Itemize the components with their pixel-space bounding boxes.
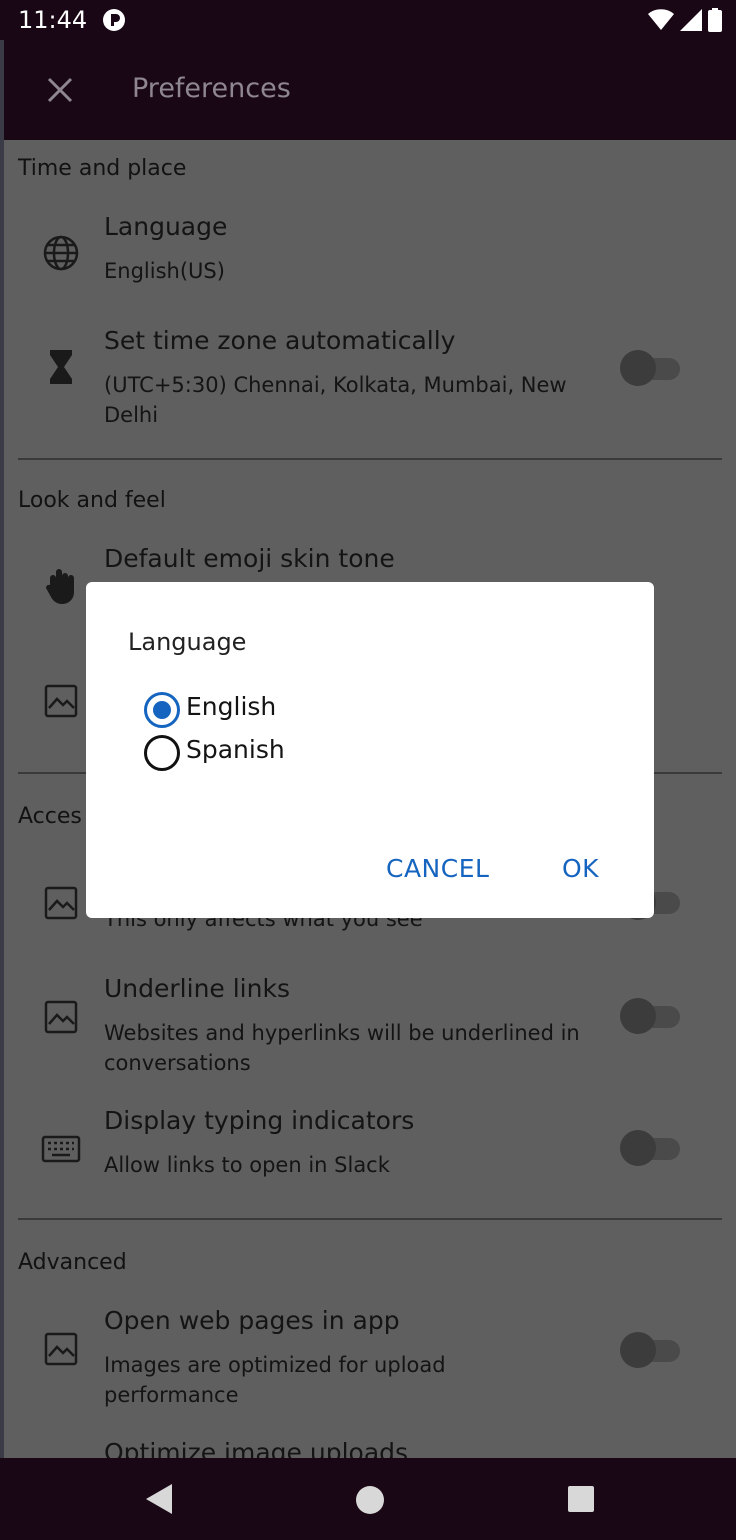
image-icon [40, 1328, 82, 1370]
signal-icon [680, 9, 702, 35]
image-icon [40, 882, 82, 924]
hourglass-icon [40, 346, 82, 388]
language-setting-title[interactable]: Language [104, 212, 227, 241]
language-setting-value: English(US) [104, 259, 225, 283]
open-web-pages-title[interactable]: Open web pages in app [104, 1306, 400, 1335]
back-icon [146, 1484, 172, 1514]
typing-indicators-title[interactable]: Display typing indicators [104, 1106, 414, 1135]
section-header-time-and-place: Time and place [18, 156, 187, 181]
home-button[interactable] [356, 1486, 384, 1514]
image-icon [40, 680, 82, 722]
status-time: 11:44 [18, 6, 88, 34]
app-toolbar: Preferences [0, 40, 736, 140]
app-notification-icon [102, 8, 126, 32]
hand-icon [40, 564, 82, 606]
close-icon [47, 77, 73, 103]
section-divider [18, 458, 722, 460]
open-web-pages-toggle[interactable] [618, 1332, 682, 1368]
timezone-setting-value: (UTC+5:30) Chennai, Kolkata, Mumbai, New… [104, 373, 567, 427]
toolbar-title: Preferences [132, 73, 291, 104]
timezone-toggle[interactable] [618, 350, 682, 386]
status-bar: 11:44 [0, 0, 736, 40]
status-icons [648, 8, 722, 36]
underline-links-title[interactable]: Underline links [104, 974, 290, 1003]
typing-indicators-toggle[interactable] [618, 1130, 682, 1166]
timezone-setting-title[interactable]: Set time zone automatically [104, 326, 455, 355]
image-icon [40, 996, 82, 1038]
system-nav-bar [0, 1458, 736, 1540]
language-dialog: Language English Spanish CANCEL OK [86, 582, 654, 918]
recents-button[interactable] [568, 1486, 594, 1512]
radio-label-spanish[interactable]: Spanish [186, 735, 285, 764]
battery-icon [708, 8, 722, 36]
back-button[interactable] [144, 1482, 174, 1516]
section-header-accessibility: Acces [18, 804, 82, 829]
section-divider [18, 1218, 722, 1220]
emoji-skin-tone-title[interactable]: Default emoji skin tone [104, 544, 395, 573]
wifi-icon [648, 9, 674, 35]
typing-indicators-subtitle: Allow links to open in Slack [104, 1153, 390, 1177]
radio-button-unchecked[interactable] [144, 735, 180, 771]
section-header-advanced: Advanced [18, 1250, 127, 1275]
dialog-title: Language [128, 628, 247, 656]
globe-icon [40, 232, 82, 274]
keyboard-icon [40, 1128, 82, 1170]
radio-button-checked[interactable] [144, 692, 180, 728]
close-button[interactable] [40, 70, 80, 110]
section-header-look-and-feel: Look and feel [18, 488, 166, 513]
underline-links-toggle[interactable] [618, 998, 682, 1034]
open-web-pages-subtitle: Images are optimized for upload performa… [104, 1353, 446, 1407]
radio-label-english[interactable]: English [186, 692, 276, 721]
ok-button[interactable]: OK [562, 854, 599, 883]
underline-links-subtitle: Websites and hyperlinks will be underlin… [104, 1021, 580, 1075]
cancel-button[interactable]: CANCEL [386, 854, 489, 883]
